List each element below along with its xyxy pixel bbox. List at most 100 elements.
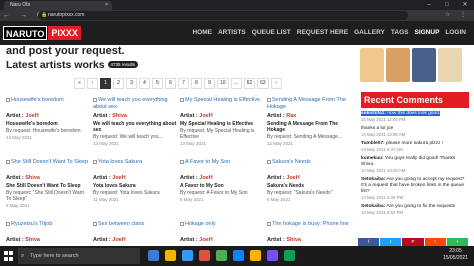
nav-artists[interactable]: ARTISTS bbox=[218, 21, 246, 45]
comment-item[interactable]: Setokaiba: Are you going to fix the requ… bbox=[361, 204, 469, 217]
page-link[interactable]: 63 bbox=[257, 78, 269, 89]
windows-start-icon[interactable] bbox=[4, 251, 14, 261]
nav-gallery[interactable]: GALLERY bbox=[354, 21, 385, 45]
featured-thumbnail[interactable] bbox=[438, 48, 462, 82]
taskbar-app-icon[interactable] bbox=[284, 250, 295, 261]
share-button[interactable]: r bbox=[424, 238, 446, 246]
taskbar-app-icon[interactable] bbox=[199, 250, 210, 261]
nav-queue-list[interactable]: QUEUE LIST bbox=[252, 21, 291, 45]
page-link[interactable]: 9 bbox=[204, 78, 215, 89]
share-button[interactable]: + bbox=[446, 238, 469, 246]
work-card[interactable]: We will teach you everything about sex Ar… bbox=[93, 97, 177, 147]
featured-thumbnail[interactable] bbox=[360, 48, 384, 82]
taskbar-app-icon[interactable] bbox=[165, 250, 176, 261]
page-link[interactable]: 6 bbox=[165, 78, 176, 89]
artist-name-link[interactable]: JoeH bbox=[199, 237, 212, 243]
page-link[interactable]: 7 bbox=[178, 78, 189, 89]
share-button[interactable]: P bbox=[402, 238, 424, 246]
page-link[interactable]: 5 bbox=[152, 78, 163, 89]
share-button[interactable]: f bbox=[358, 238, 380, 246]
taskbar-app-icon[interactable] bbox=[182, 250, 193, 261]
work-image-link[interactable]: A Favor to My Son bbox=[180, 159, 264, 173]
minimize-icon[interactable]: – bbox=[420, 0, 438, 10]
work-card[interactable]: Sex between clansArtist : JoeHSex betwee… bbox=[93, 221, 177, 245]
page-link[interactable]: 10 bbox=[217, 78, 229, 89]
work-image-link[interactable]: We will teach you everything about sex bbox=[93, 97, 177, 111]
work-card[interactable]: She Still Doesn't Want To Sleep Artist : … bbox=[6, 159, 90, 209]
nav-tags[interactable]: TAGS bbox=[391, 21, 409, 45]
artist-name-link[interactable]: Shiva bbox=[112, 113, 127, 119]
comment-item[interactable]: Tumble07: please more sakura plzzz ! 14 M… bbox=[361, 141, 469, 154]
featured-thumbnail[interactable] bbox=[412, 48, 436, 82]
page-link[interactable]: 62 bbox=[243, 78, 256, 89]
work-card[interactable]: Sending A Message From The Hokage Artist … bbox=[267, 97, 351, 147]
maximize-icon[interactable]: □ bbox=[438, 0, 456, 10]
browser-menu-icons[interactable]: ☆ ⋮ bbox=[445, 11, 470, 20]
artist-name-link[interactable]: Shiva bbox=[286, 237, 301, 243]
page-link[interactable]: ... bbox=[230, 78, 242, 89]
artist-name-link[interactable]: Shiva bbox=[25, 175, 40, 181]
work-image-link[interactable]: Hokage only bbox=[180, 221, 264, 235]
page-link[interactable]: « bbox=[74, 78, 85, 89]
work-card[interactable]: My Special Healing is Effective Artist : … bbox=[180, 97, 264, 147]
work-image-link[interactable]: She Still Doesn't Want To Sleep bbox=[6, 159, 90, 173]
work-image-link[interactable]: Yota loves Sakura bbox=[93, 159, 177, 173]
work-card[interactable]: Yota loves Sakura Artist : JoeH Yota loves… bbox=[93, 159, 177, 203]
system-clock[interactable]: 23:05 15/05/2021 bbox=[443, 248, 468, 262]
page-link[interactable]: 1 bbox=[100, 78, 111, 89]
close-window-icon[interactable]: ✕ bbox=[456, 0, 474, 10]
comment-item[interactable]: thanks a lot joe 14 May 2021 12:09 AM bbox=[361, 126, 469, 139]
work-image-link[interactable]: Housewife's boredom bbox=[6, 97, 90, 111]
page-link[interactable]: 8 bbox=[191, 78, 202, 89]
artist-name-link[interactable]: Rax bbox=[286, 113, 296, 119]
work-card[interactable]: Housewife's boredom Artist : JoeH Housewif… bbox=[6, 97, 90, 141]
work-image-link[interactable]: The hokage is busy: Phone line bbox=[267, 221, 351, 235]
url-field[interactable]: 🔒 narutopixxx.com bbox=[38, 11, 408, 20]
work-image-link[interactable]: Sex between clans bbox=[93, 221, 177, 235]
tab-close-icon[interactable]: × bbox=[105, 1, 108, 10]
page-link[interactable]: › bbox=[270, 78, 282, 89]
work-card[interactable]: Ryuzetsu's TitjobArtist : ShivaRyuzetsu'… bbox=[6, 221, 90, 245]
browser-tab[interactable]: Naru Obi × bbox=[4, 1, 112, 10]
work-title[interactable]: We will teach you everything about sex bbox=[93, 121, 177, 133]
work-image-link[interactable]: My Special Healing is Effective bbox=[180, 97, 264, 111]
work-image-link[interactable]: Sakura's Needs bbox=[267, 159, 351, 173]
work-image-link[interactable]: Sending A Message From The Hokage bbox=[267, 97, 351, 111]
featured-thumbnail[interactable] bbox=[386, 48, 410, 82]
work-title[interactable]: Sending A Message From The Hokage bbox=[267, 121, 351, 133]
work-title[interactable]: Housewife's boredom bbox=[6, 121, 90, 127]
artist-name-link[interactable]: JoeH bbox=[25, 113, 38, 119]
work-title[interactable]: My Special Healing is Effective bbox=[180, 121, 264, 127]
nav-home[interactable]: HOME bbox=[192, 21, 212, 45]
page-link[interactable]: 4 bbox=[139, 78, 150, 89]
work-title[interactable]: Yota loves Sakura bbox=[93, 183, 177, 189]
site-logo[interactable]: NARUTO PIXXX bbox=[3, 26, 81, 40]
taskbar-app-icon[interactable] bbox=[216, 250, 227, 261]
comment-item[interactable]: kumekuu: You guys really did good! Thank… bbox=[361, 156, 469, 175]
work-title[interactable]: A Favor to My Son bbox=[180, 183, 264, 189]
page-link[interactable]: 2 bbox=[113, 78, 124, 89]
taskbar-app-icon[interactable] bbox=[250, 250, 261, 261]
comment-item[interactable]: Setokaiba: Are you going to accept my re… bbox=[361, 177, 469, 202]
comment-item[interactable]: sukichifa1: now this does look good. 15 M… bbox=[361, 111, 469, 124]
page-link[interactable]: ‹ bbox=[87, 78, 98, 89]
work-title[interactable]: Sakura's Needs bbox=[267, 183, 351, 189]
nav-login[interactable]: LOGIN bbox=[445, 21, 466, 45]
artist-name-link[interactable]: JoeH bbox=[286, 175, 299, 181]
taskbar-app-icon[interactable] bbox=[267, 250, 278, 261]
work-card[interactable]: A Favor to My Son Artist : JoeH A Favor to… bbox=[180, 159, 264, 203]
work-card[interactable]: Sakura's Needs Artist : JoeH Sakura's Need… bbox=[267, 159, 351, 203]
artist-name-link[interactable]: Shiva bbox=[25, 237, 40, 243]
taskbar-search-input[interactable]: ⌕ Type here to search bbox=[18, 248, 140, 264]
work-image-link[interactable]: Ryuzetsu's Titjob bbox=[6, 221, 90, 235]
work-card[interactable]: The hokage is busy: Phone line Artist : S… bbox=[267, 221, 351, 245]
nav-signup[interactable]: SIGNUP bbox=[414, 21, 439, 45]
page-link[interactable]: 3 bbox=[126, 78, 137, 89]
taskbar-app-icon[interactable] bbox=[148, 250, 159, 261]
taskbar-app-icon[interactable] bbox=[233, 250, 244, 261]
artist-name-link[interactable]: JoeH bbox=[199, 175, 212, 181]
artist-name-link[interactable]: JoeH bbox=[112, 175, 125, 181]
artist-name-link[interactable]: JoeH bbox=[112, 237, 125, 243]
artist-name-link[interactable]: JoeH bbox=[199, 113, 212, 119]
work-card[interactable]: Hokage onlyArtist : JoeHHokage onlyBy re… bbox=[180, 221, 264, 245]
